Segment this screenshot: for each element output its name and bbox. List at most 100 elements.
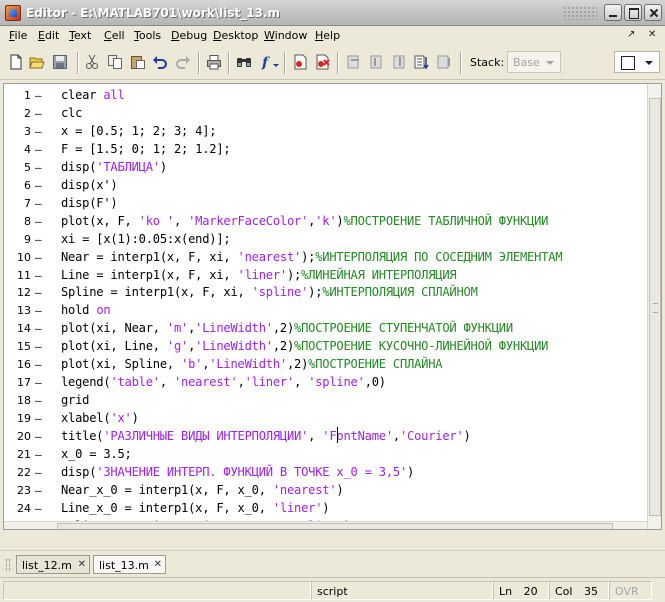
menu-debug[interactable]: Debug bbox=[171, 29, 207, 42]
set-breakpoint-icon[interactable] bbox=[292, 54, 308, 70]
code-line[interactable]: 3– x = [0.5; 1; 2; 3; 4]; bbox=[4, 123, 644, 141]
line-number[interactable]: 12 bbox=[4, 286, 31, 299]
line-number[interactable]: 20 bbox=[4, 430, 31, 443]
line-number[interactable]: 15 bbox=[4, 340, 31, 353]
breakpoint-marker[interactable]: – bbox=[35, 430, 42, 443]
code-line[interactable]: 20– title('РАЗЛИЧНЫЕ ВИДЫ ИНТЕРПОЛЯЦИИ', … bbox=[4, 428, 644, 446]
menu-desktop[interactable]: Desktop bbox=[213, 29, 258, 42]
close-icon[interactable]: ✕ bbox=[154, 559, 162, 570]
breakpoint-marker[interactable]: – bbox=[35, 269, 42, 282]
window-layout-select[interactable] bbox=[614, 51, 660, 73]
line-number[interactable]: 24 bbox=[4, 502, 31, 515]
line-number[interactable]: 7 bbox=[4, 197, 31, 210]
code-line[interactable]: 5– disp('ТАБЛИЦА') bbox=[4, 159, 644, 177]
redo-icon[interactable] bbox=[175, 54, 191, 70]
open-folder-icon[interactable] bbox=[29, 54, 45, 70]
exit-debug-icon[interactable] bbox=[436, 54, 452, 70]
line-number[interactable]: 8 bbox=[4, 215, 31, 228]
cut-icon[interactable] bbox=[84, 54, 100, 70]
tab-list-12[interactable]: list_12.m ✕ bbox=[16, 555, 90, 574]
code-line[interactable]: 14– plot(xi, Near, 'm','LineWidth',2)%ПОС… bbox=[4, 320, 644, 338]
breakpoint-marker[interactable]: – bbox=[35, 358, 42, 371]
breakpoint-marker[interactable]: – bbox=[35, 179, 42, 192]
breakpoint-marker[interactable]: – bbox=[35, 340, 42, 353]
breakpoint-marker[interactable]: – bbox=[35, 233, 42, 246]
line-number[interactable]: 19 bbox=[4, 412, 31, 425]
continue-icon[interactable] bbox=[414, 54, 430, 70]
breakpoint-marker[interactable]: – bbox=[35, 304, 42, 317]
minimize-button[interactable] bbox=[604, 4, 622, 21]
code-line[interactable]: 1– clear all bbox=[4, 87, 644, 105]
line-number[interactable]: 5 bbox=[4, 161, 31, 174]
line-number[interactable]: 10 bbox=[4, 251, 31, 264]
line-number[interactable]: 14 bbox=[4, 322, 31, 335]
line-number[interactable]: 13 bbox=[4, 304, 31, 317]
copy-icon[interactable] bbox=[107, 54, 123, 70]
code-line[interactable]: 11– Line = interp1(x, F, xi, 'liner');%ЛИ… bbox=[4, 267, 644, 285]
line-number[interactable]: 21 bbox=[4, 448, 31, 461]
menu-tools[interactable]: Tools bbox=[134, 29, 161, 42]
step-icon[interactable] bbox=[346, 54, 362, 70]
maximize-button[interactable] bbox=[624, 4, 642, 21]
code-line[interactable]: 24– Line_x_0 = interp1(x, F, x_0, 'liner'… bbox=[4, 500, 644, 518]
vertical-scroll-thumb[interactable] bbox=[649, 98, 661, 516]
breakpoint-marker[interactable]: – bbox=[35, 107, 42, 120]
code-line[interactable]: 2– clc bbox=[4, 105, 644, 123]
breakpoint-marker[interactable]: – bbox=[35, 502, 42, 515]
code-line[interactable]: 15– plot(xi, Line, 'g','LineWidth',2)%ПОС… bbox=[4, 338, 644, 356]
line-number[interactable]: 16 bbox=[4, 358, 31, 371]
line-number[interactable]: 9 bbox=[4, 233, 31, 246]
line-number[interactable]: 4 bbox=[4, 143, 31, 156]
tab-list-13[interactable]: list_13.m ✕ bbox=[93, 555, 166, 574]
menu-edit[interactable]: Edit bbox=[38, 29, 59, 42]
breakpoint-marker[interactable]: – bbox=[35, 286, 42, 299]
code-editor[interactable]: 1– clear all 2– clc 3– x = [0.5; 1; 2; 3; 4];… bbox=[3, 83, 662, 530]
breakpoint-marker[interactable]: – bbox=[35, 394, 42, 407]
breakpoint-marker[interactable]: – bbox=[35, 89, 42, 102]
breakpoint-marker[interactable]: – bbox=[35, 215, 42, 228]
breakpoint-marker[interactable]: – bbox=[35, 448, 42, 461]
menu-cell[interactable]: Cell bbox=[104, 29, 125, 42]
step-in-icon[interactable] bbox=[369, 54, 385, 70]
code-line[interactable]: 10– Near = interp1(x, F, xi, 'nearest');%… bbox=[4, 249, 644, 267]
undo-icon[interactable] bbox=[152, 54, 168, 70]
clear-breakpoints-icon[interactable] bbox=[314, 54, 330, 70]
paste-icon[interactable] bbox=[130, 54, 146, 70]
code-line[interactable]: 18– grid bbox=[4, 392, 644, 410]
breakpoint-marker[interactable]: – bbox=[35, 125, 42, 138]
stack-select[interactable]: Base bbox=[507, 51, 561, 73]
close-document-icon[interactable]: ✕ bbox=[648, 29, 656, 40]
line-number[interactable]: 22 bbox=[4, 466, 31, 479]
print-icon[interactable] bbox=[206, 54, 222, 70]
breakpoint-marker[interactable]: – bbox=[35, 376, 42, 389]
close-button[interactable] bbox=[644, 4, 662, 21]
horizontal-scrollbar[interactable] bbox=[4, 521, 647, 529]
breakpoint-marker[interactable]: – bbox=[35, 251, 42, 264]
code-line[interactable]: 8– plot(x, F, 'ko ', 'MarkerFaceColor','k… bbox=[4, 213, 644, 231]
breakpoint-marker[interactable]: – bbox=[35, 143, 42, 156]
function-icon[interactable]: f bbox=[261, 54, 281, 70]
new-file-icon[interactable] bbox=[8, 54, 24, 70]
menu-file[interactable]: File bbox=[9, 29, 27, 42]
find-icon[interactable] bbox=[236, 54, 252, 70]
step-out-icon[interactable] bbox=[392, 54, 408, 70]
code-line[interactable]: 17– legend('table', 'nearest','liner', 's… bbox=[4, 374, 644, 392]
menu-text[interactable]: Text bbox=[69, 29, 91, 42]
breakpoint-marker[interactable]: – bbox=[35, 484, 42, 497]
line-number[interactable]: 1 bbox=[4, 89, 31, 102]
vertical-scrollbar[interactable] bbox=[647, 84, 661, 529]
save-icon[interactable] bbox=[52, 54, 68, 70]
code-line[interactable]: 4– F = [1.5; 0; 1; 2; 1.2]; bbox=[4, 141, 644, 159]
code-line[interactable]: 23– Near_x_0 = interp1(x, F, x_0, 'neares… bbox=[4, 482, 644, 500]
menu-help[interactable]: Help bbox=[315, 29, 340, 42]
line-number[interactable]: 18 bbox=[4, 394, 31, 407]
line-number[interactable]: 2 bbox=[4, 107, 31, 120]
breakpoint-marker[interactable]: – bbox=[35, 466, 42, 479]
undock-icon[interactable]: ↗ bbox=[627, 29, 635, 40]
breakpoint-marker[interactable]: – bbox=[35, 197, 42, 210]
code-line[interactable]: 12– Spline = interp1(x, F, xi, 'spline');… bbox=[4, 284, 644, 302]
code-line[interactable]: 9– xi = [x(1):0.05:x(end)]; bbox=[4, 231, 644, 249]
code-line[interactable]: 13– hold on bbox=[4, 302, 644, 320]
code-line[interactable]: 6– disp(x') bbox=[4, 177, 644, 195]
breakpoint-marker[interactable]: – bbox=[35, 161, 42, 174]
